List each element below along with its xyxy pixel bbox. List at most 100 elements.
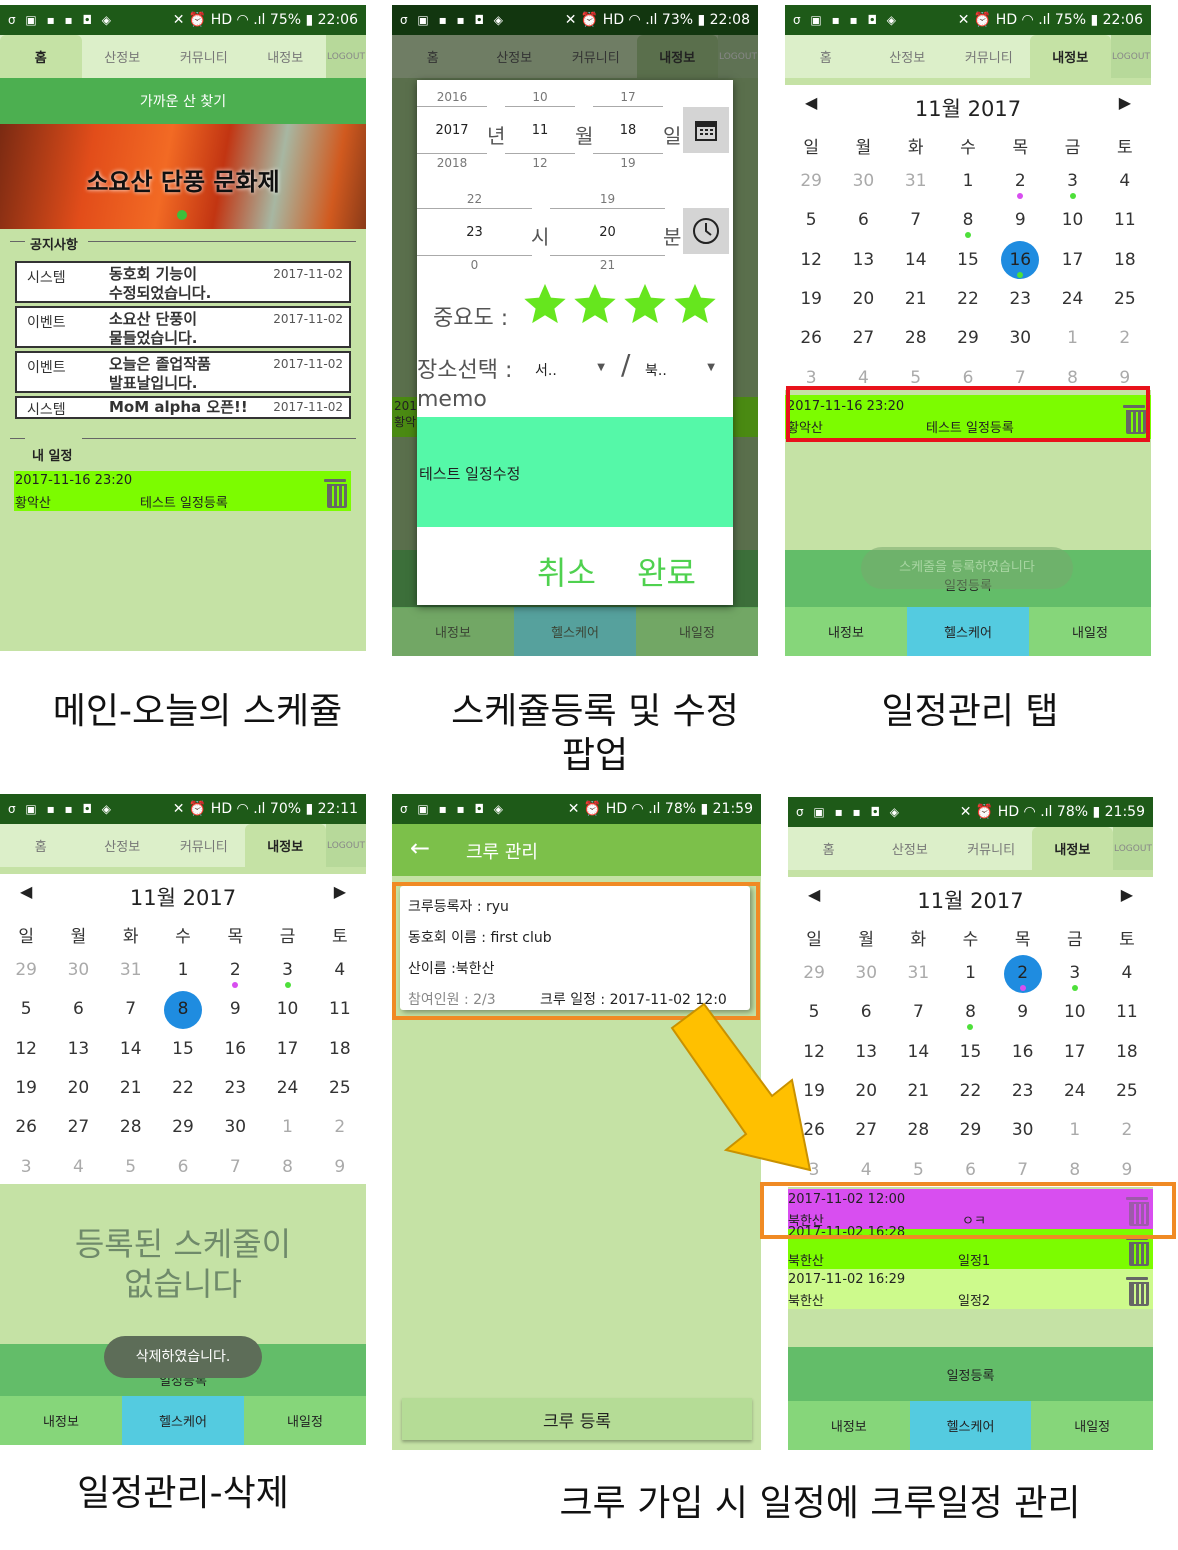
time-picker-button[interactable]	[683, 208, 729, 254]
notice-item[interactable]: 시스템 MoM alpha 오픈!! 2017-11-02	[15, 396, 351, 419]
calendar-day[interactable]: 12	[785, 241, 837, 280]
tab-community[interactable]: 커뮤니티	[555, 35, 637, 78]
tab-myinfo[interactable]: 내정보	[1029, 35, 1111, 78]
logout-button[interactable]: LOGOUT	[326, 824, 366, 867]
calendar-day[interactable]: 6	[157, 1148, 209, 1187]
tab-community[interactable]: 커뮤니티	[163, 35, 245, 78]
calendar-day[interactable]: 26	[785, 319, 837, 358]
calendar-day[interactable]: 30	[209, 1108, 261, 1147]
calendar-day[interactable]: 29	[157, 1108, 209, 1147]
calendar-day[interactable]: 16	[994, 241, 1046, 280]
calendar-day[interactable]: 30	[997, 1111, 1049, 1150]
calendar-day[interactable]: 25	[1099, 280, 1151, 319]
tab-mountain[interactable]: 산정보	[82, 35, 164, 78]
calendar-day[interactable]: 22	[942, 280, 994, 319]
next-month-icon[interactable]: ▶	[1119, 93, 1131, 112]
calendar-day[interactable]: 22	[944, 1072, 996, 1111]
calendar-day[interactable]: 31	[890, 162, 942, 201]
calendar-day[interactable]: 1	[261, 1108, 313, 1147]
tab-home[interactable]: 홈	[785, 35, 867, 78]
minute-wheel[interactable]: 19 20 21	[550, 192, 665, 272]
calendar-day[interactable]: 24	[261, 1069, 313, 1108]
calendar-day[interactable]: 2	[314, 1108, 366, 1147]
notice-item[interactable]: 이벤트 오늘은 졸업작품 발표날입니다. 2017-11-02	[15, 351, 351, 393]
tab-mountain[interactable]: 산정보	[867, 35, 949, 78]
calendar-day[interactable]: 15	[944, 1033, 996, 1072]
tab-mountain[interactable]: 산정보	[474, 35, 556, 78]
calendar-day[interactable]: 20	[837, 280, 889, 319]
prev-month-icon[interactable]: ◀	[805, 93, 817, 112]
nav-healthcare[interactable]: 헬스케어	[122, 1396, 244, 1445]
calendar-day[interactable]: 7	[209, 1148, 261, 1187]
calendar-day[interactable]: 2	[997, 954, 1049, 993]
logout-button[interactable]: LOGOUT	[326, 35, 366, 78]
memo-input[interactable]: 테스트 일정수정	[417, 417, 733, 527]
star-icon[interactable]	[672, 282, 718, 326]
calendar-day[interactable]: 4	[1099, 162, 1151, 201]
calendar-day[interactable]: 28	[105, 1108, 157, 1147]
calendar-day[interactable]: 14	[892, 1033, 944, 1072]
calendar-day[interactable]: 8	[261, 1148, 313, 1187]
trash-icon[interactable]	[1126, 1275, 1149, 1306]
calendar-day[interactable]: 31	[892, 954, 944, 993]
tab-myinfo[interactable]: 내정보	[245, 35, 327, 78]
next-month-icon[interactable]: ▶	[1121, 885, 1133, 904]
calendar-day[interactable]: 5	[0, 990, 52, 1029]
nav-myinfo[interactable]: 내정보	[785, 607, 907, 656]
calendar-day[interactable]: 1	[942, 162, 994, 201]
place-select-region[interactable]: 서.. ▼	[535, 360, 605, 380]
calendar-day[interactable]: 24	[1049, 1072, 1101, 1111]
calendar-day[interactable]: 10	[261, 990, 313, 1029]
calendar-day[interactable]: 2	[994, 162, 1046, 201]
calendar-day[interactable]: 17	[1049, 1033, 1101, 1072]
calendar-day[interactable]: 9	[209, 990, 261, 1029]
calendar-day[interactable]: 3	[1046, 162, 1098, 201]
tab-home[interactable]: 홈	[0, 35, 82, 78]
calendar-day[interactable]: 26	[0, 1108, 52, 1147]
calendar-day[interactable]: 4	[1101, 954, 1153, 993]
tab-home[interactable]: 홈	[392, 35, 474, 78]
calendar-day[interactable]: 19	[0, 1069, 52, 1108]
trash-icon[interactable]	[324, 477, 347, 508]
notice-item[interactable]: 이벤트 소요산 단풍이 물들었습니다. 2017-11-02	[15, 306, 351, 348]
calendar-day[interactable]: 6	[52, 990, 104, 1029]
calendar-day[interactable]: 19	[785, 280, 837, 319]
calendar-day[interactable]: 27	[837, 319, 889, 358]
calendar-day[interactable]: 29	[942, 319, 994, 358]
calendar-day[interactable]: 5	[105, 1148, 157, 1187]
cancel-button[interactable]: 취소	[537, 548, 596, 594]
calendar-day[interactable]: 11	[1101, 993, 1153, 1032]
calendar-day[interactable]: 24	[1046, 280, 1098, 319]
schedule-item[interactable]: 2017-11-16 23:20 황악산 테스트 일정등록	[14, 471, 351, 511]
hour-wheel[interactable]: 22 23 0	[417, 192, 532, 272]
calendar-day[interactable]: 18	[1099, 241, 1151, 280]
calendar-day[interactable]: 30	[994, 319, 1046, 358]
day-wheel[interactable]: 17 18 19	[593, 90, 663, 170]
calendar-day[interactable]: 11	[314, 990, 366, 1029]
logout-button[interactable]: LOGOUT	[1113, 827, 1153, 870]
calendar-day[interactable]: 14	[105, 1030, 157, 1069]
tab-myinfo[interactable]: 내정보	[636, 35, 718, 78]
calendar-day[interactable]: 31	[105, 951, 157, 990]
logout-button[interactable]: LOGOUT	[1111, 35, 1151, 78]
register-schedule-button[interactable]: 일정등록	[788, 1347, 1153, 1401]
calendar-day[interactable]: 14	[890, 241, 942, 280]
calendar-day[interactable]: 25	[314, 1069, 366, 1108]
calendar-day[interactable]: 4	[314, 951, 366, 990]
calendar-day[interactable]: 27	[52, 1108, 104, 1147]
calendar-day[interactable]: 27	[840, 1111, 892, 1150]
calendar-day[interactable]: 10	[1046, 201, 1098, 240]
calendar-day[interactable]: 1	[157, 951, 209, 990]
tab-myinfo[interactable]: 내정보	[1031, 827, 1113, 870]
nav-schedule[interactable]: 내일정	[1031, 1401, 1153, 1450]
calendar-day[interactable]: 29	[785, 162, 837, 201]
calendar-day[interactable]: 3	[261, 951, 313, 990]
calendar-day[interactable]: 12	[0, 1030, 52, 1069]
calendar-day[interactable]: 2	[1099, 319, 1151, 358]
nav-schedule[interactable]: 내일정	[244, 1396, 366, 1445]
calendar-day[interactable]: 30	[837, 162, 889, 201]
calendar-day[interactable]: 23	[994, 280, 1046, 319]
calendar-day[interactable]: 11	[1099, 201, 1151, 240]
calendar-day[interactable]: 2	[209, 951, 261, 990]
calendar-picker-button[interactable]	[683, 107, 729, 153]
